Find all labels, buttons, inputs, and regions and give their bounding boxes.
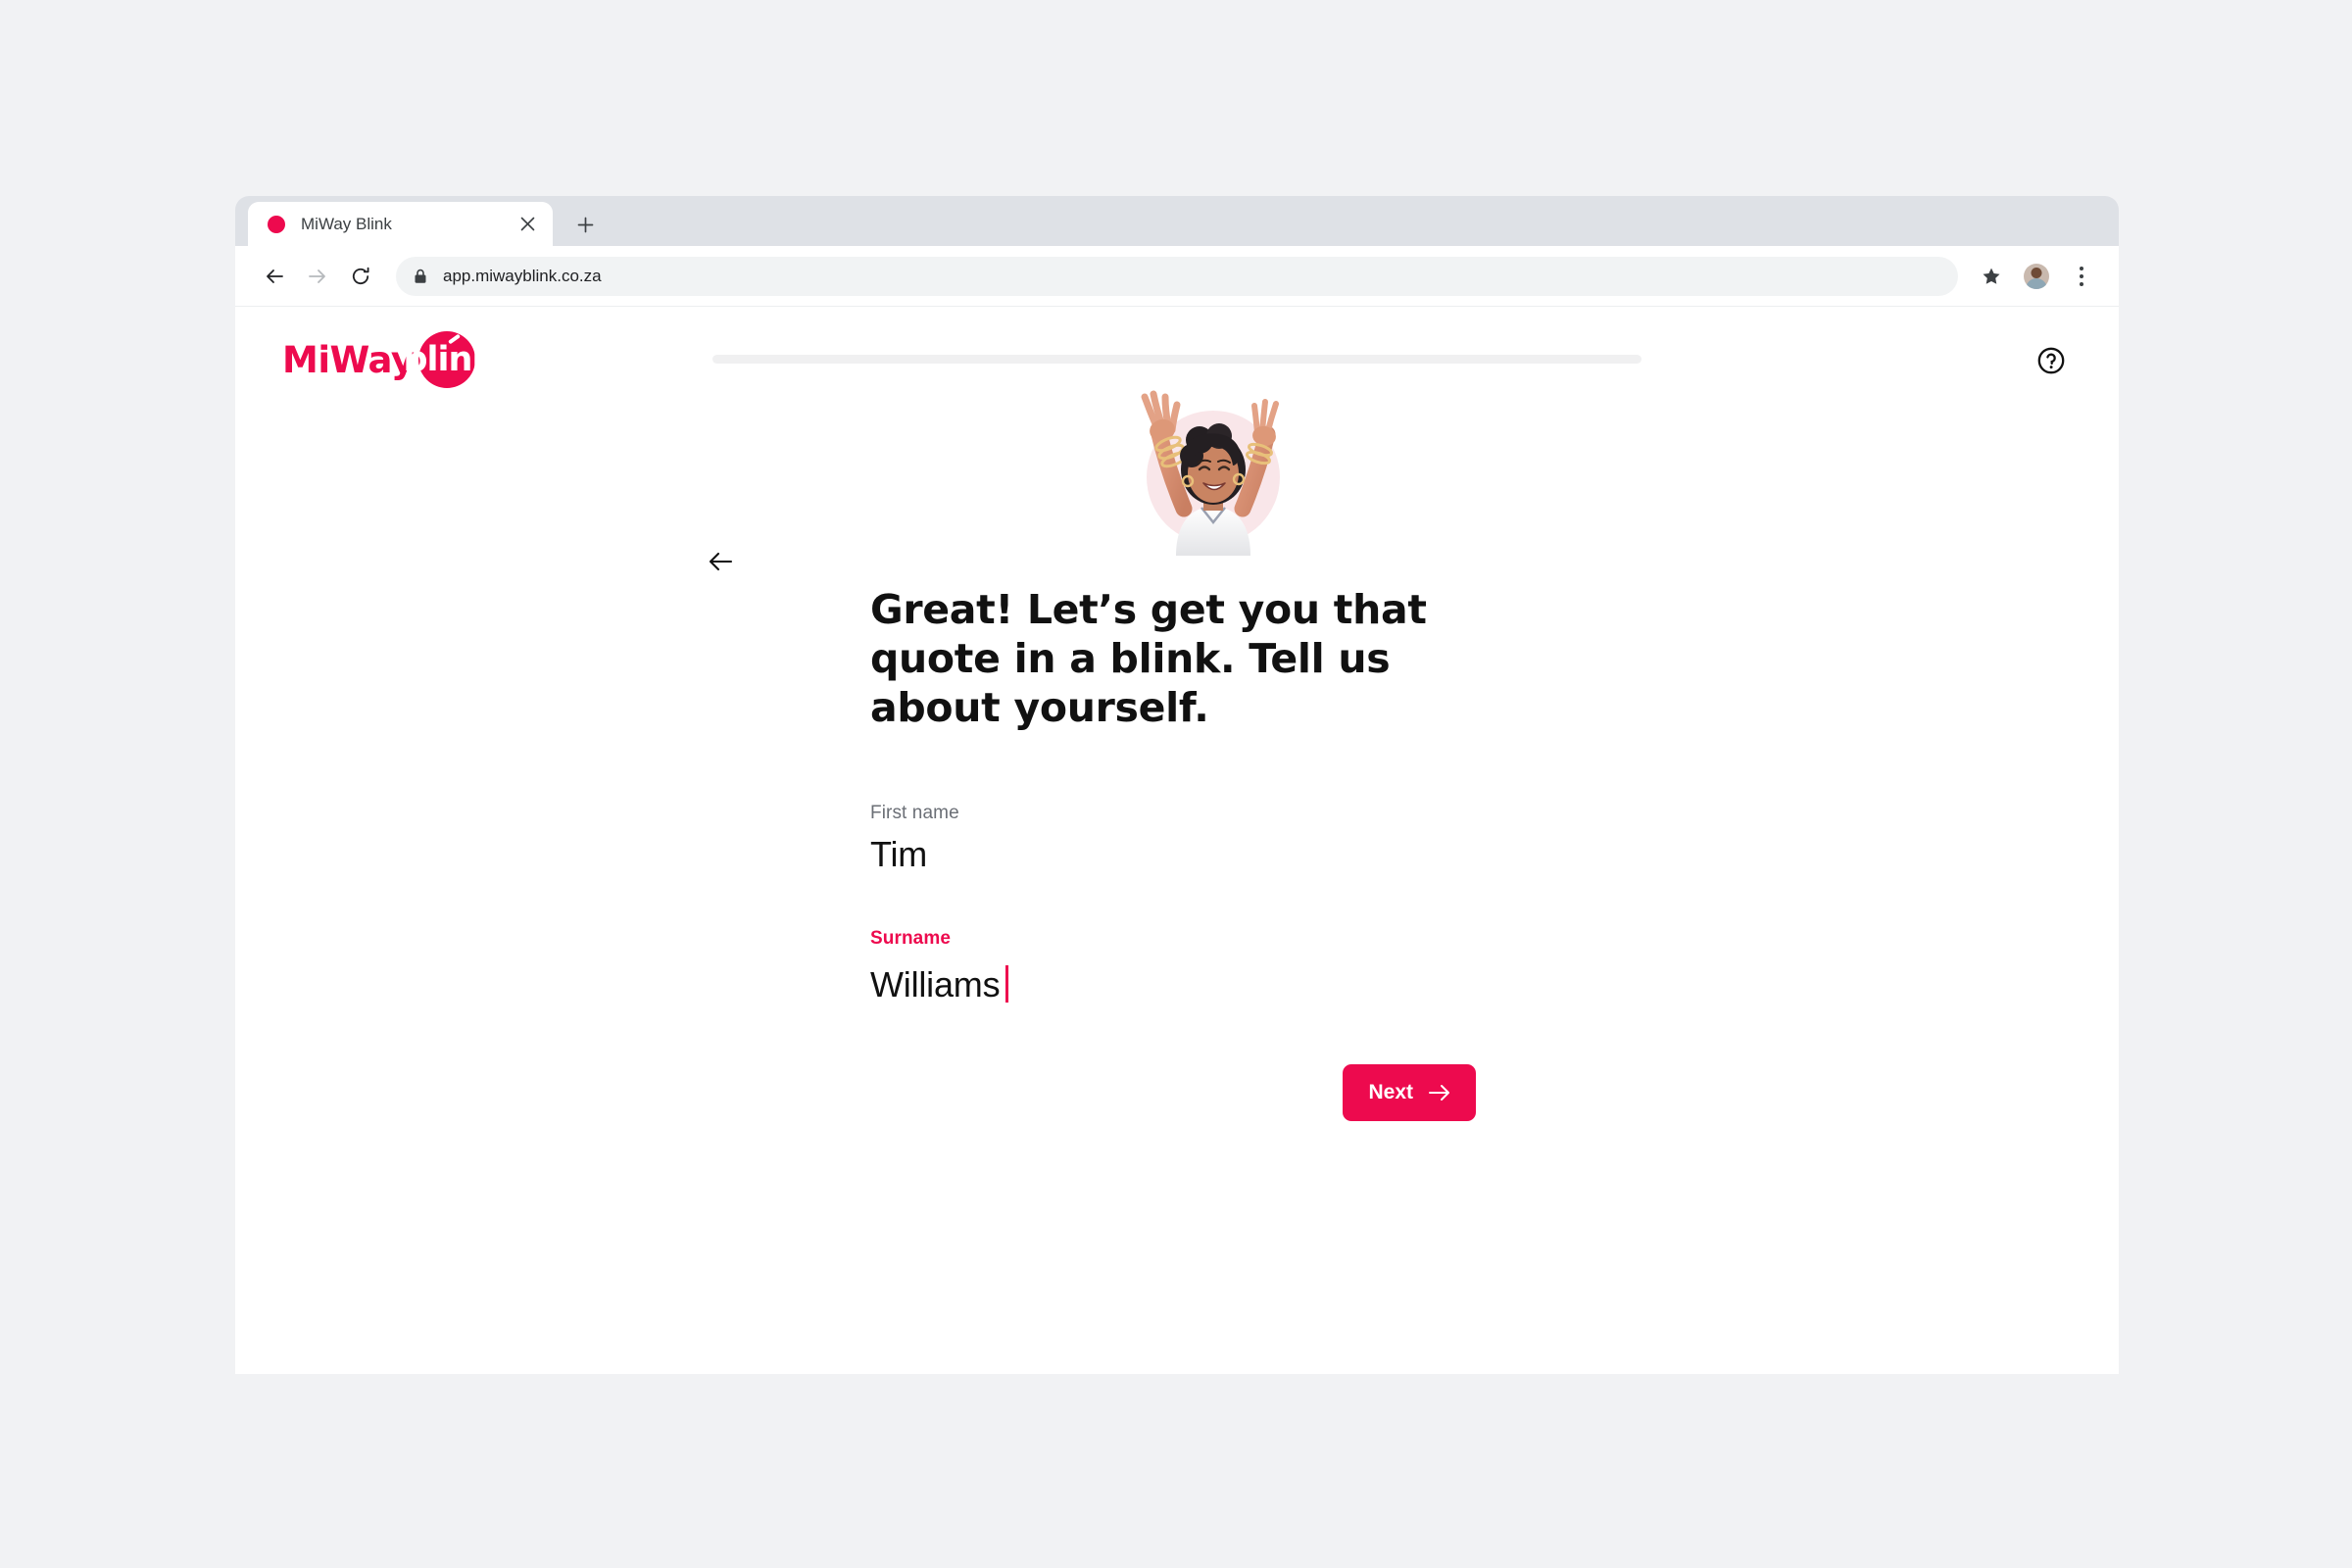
- progress-bar: [712, 355, 1642, 364]
- address-bar[interactable]: app.miwayblink.co.za: [396, 256, 1958, 296]
- surname-input[interactable]: Williams: [870, 964, 1001, 1005]
- surname-label: Surname: [870, 928, 952, 950]
- first-name-value-row[interactable]: Tim: [870, 834, 1556, 877]
- page-title: Great! Let’s get you that quote in a bli…: [870, 586, 1427, 732]
- surname-value-row[interactable]: Williams: [870, 959, 1556, 1005]
- next-button-label: Next: [1368, 1081, 1413, 1104]
- avatar: [2024, 263, 2049, 289]
- star-icon[interactable]: [1972, 257, 2011, 296]
- celebrating-woman-illustration: [1115, 379, 1311, 556]
- browser-back-icon[interactable]: [253, 255, 296, 298]
- miway-blink-logo[interactable]: MiWay blink: [282, 331, 495, 388]
- toolbar-right-group: [1972, 257, 2101, 296]
- tab-title: MiWay Blink: [301, 214, 392, 233]
- field-first-name[interactable]: First name Tim: [870, 803, 1556, 877]
- profile-avatar[interactable]: [2017, 257, 2056, 296]
- first-name-input[interactable]: Tim: [870, 834, 927, 875]
- logo-circle: blink: [403, 331, 495, 388]
- tab-strip: MiWay Blink: [235, 196, 2119, 246]
- first-name-label: First name: [870, 803, 959, 824]
- field-surname[interactable]: Surname Williams: [870, 928, 1556, 1005]
- browser-tab[interactable]: MiWay Blink: [248, 202, 553, 246]
- browser-reload-icon[interactable]: [339, 255, 382, 298]
- logo-word-miway: MiWay: [282, 338, 415, 381]
- form-actions: Next: [870, 1064, 1556, 1122]
- kebab-menu-icon[interactable]: [2062, 257, 2101, 296]
- browser-forward-icon[interactable]: [296, 255, 339, 298]
- browser-window: MiWay Blink app.miwayblink.co.za MiWay b…: [235, 196, 2119, 1374]
- new-tab-button[interactable]: [568, 208, 602, 241]
- close-icon[interactable]: [515, 213, 539, 236]
- browser-toolbar: app.miwayblink.co.za: [235, 246, 2119, 307]
- help-icon[interactable]: [2031, 340, 2072, 381]
- kebab-dots: [2080, 266, 2083, 286]
- logo-word-blink: blink: [403, 340, 494, 379]
- back-button[interactable]: [699, 540, 742, 583]
- miway-favicon: [268, 215, 285, 233]
- url-text: app.miwayblink.co.za: [443, 266, 602, 285]
- lock-icon: [414, 269, 427, 284]
- arrow-right-icon: [1429, 1084, 1450, 1102]
- text-caret: [1005, 965, 1009, 1004]
- next-button[interactable]: Next: [1343, 1064, 1476, 1122]
- app-page: MiWay blink Great! Let’s get you that qu…: [235, 307, 2119, 1374]
- form-content: Great! Let’s get you that quote in a bli…: [870, 379, 1556, 1122]
